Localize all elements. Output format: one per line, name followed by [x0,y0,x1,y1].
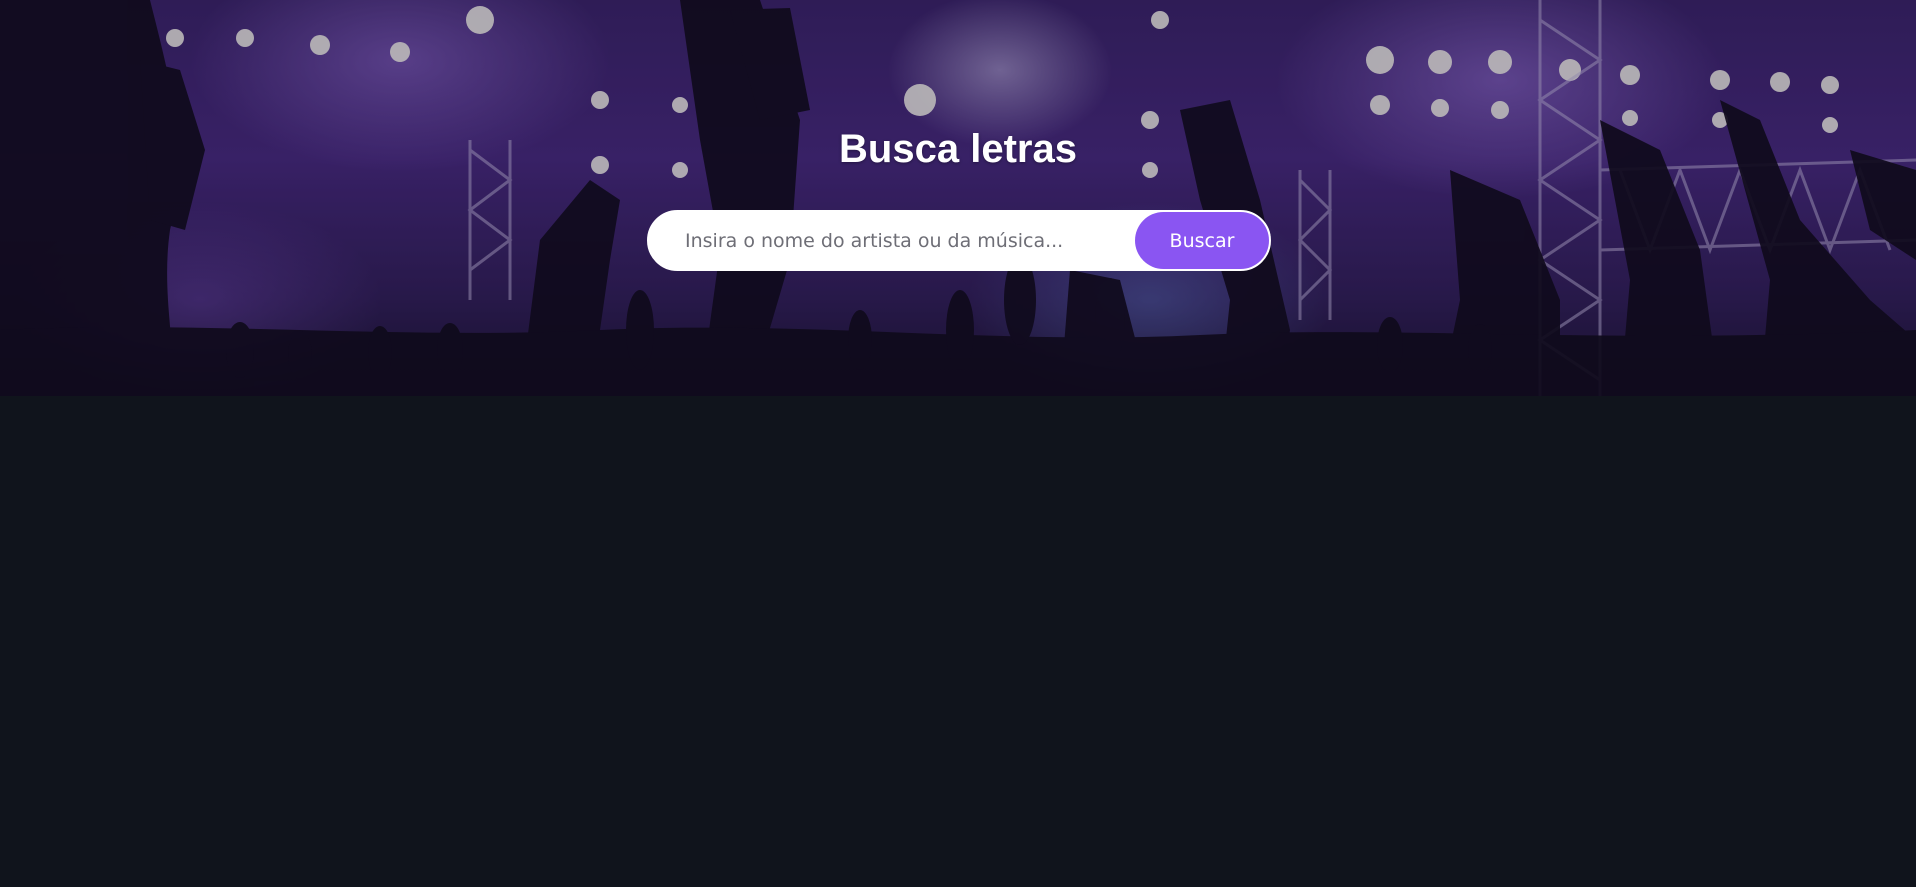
search-form: Buscar [647,210,1271,271]
hero-content: Busca letras Buscar [0,0,1916,396]
search-input[interactable] [649,212,1135,269]
page-title: Busca letras [839,127,1077,171]
search-button[interactable]: Buscar [1135,212,1269,269]
results-area [0,396,1916,887]
hero-header: Busca letras Buscar [0,0,1916,396]
